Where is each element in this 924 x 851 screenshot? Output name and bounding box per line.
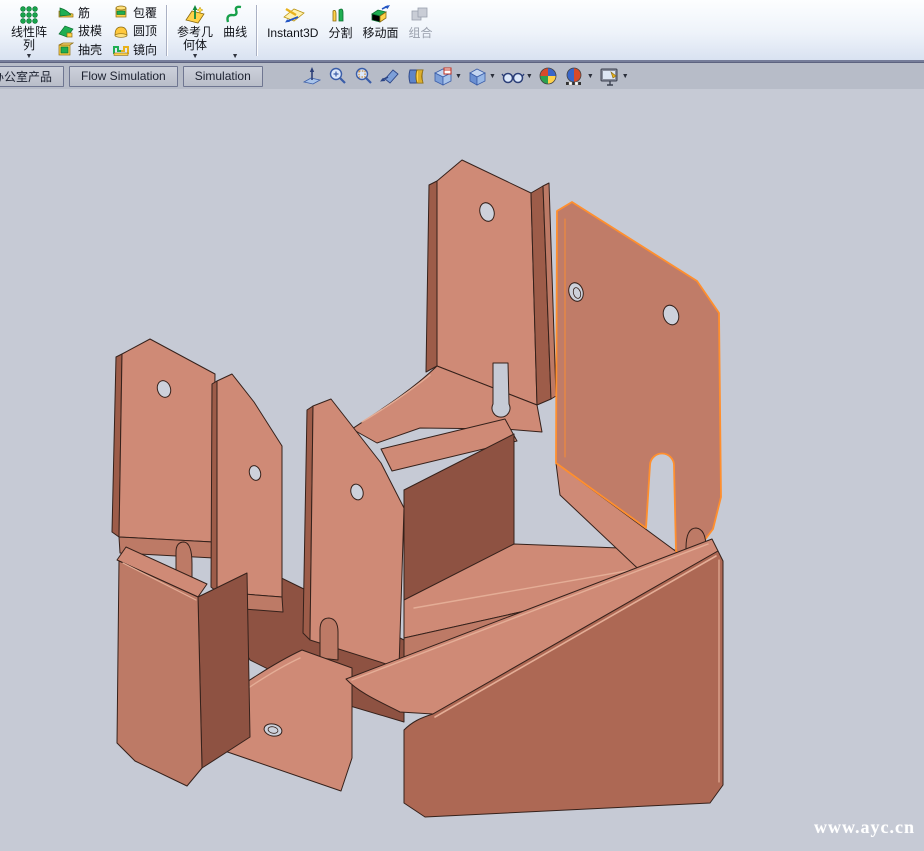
- instant3d-label: Instant3D: [267, 27, 318, 40]
- rib-button[interactable]: 筋: [54, 3, 105, 21]
- curves-dropdown[interactable]: ▼: [232, 53, 239, 60]
- left-flange-1: [119, 339, 215, 542]
- move-face-button[interactable]: 移动面: [357, 1, 403, 60]
- display-style-dropdown[interactable]: ▼: [489, 73, 496, 80]
- mirror-icon: [112, 41, 129, 57]
- split-icon: [330, 3, 350, 27]
- reference-geometry-label-2: 何体: [183, 39, 207, 52]
- reference-geometry-button[interactable]: 参考几 何体 ▼: [172, 1, 218, 60]
- wrap-label: 包覆: [133, 4, 157, 21]
- instant3d-icon: [280, 3, 306, 27]
- split-label: 分割: [328, 27, 352, 40]
- tab-flow-simulation-label: Flow Simulation: [81, 69, 166, 83]
- dome-icon: [112, 23, 129, 39]
- wrap-icon: [112, 4, 129, 20]
- view-settings-icon[interactable]: ▼: [598, 65, 630, 88]
- features-toolbar: 线性阵 列 ▼ 筋 拔模: [0, 0, 924, 62]
- keyhole-slot-upper: [492, 363, 510, 417]
- hide-show-items-dropdown[interactable]: ▼: [526, 73, 533, 80]
- tab-office-products-label: 办公室产品: [0, 68, 52, 85]
- tab-office-products[interactable]: 办公室产品: [0, 66, 64, 87]
- graphics-viewport[interactable]: www.ayc.cn: [0, 89, 924, 851]
- previous-view-icon[interactable]: [378, 65, 402, 88]
- apply-scene-dropdown[interactable]: ▼: [587, 73, 594, 80]
- feature-stack-2: 包覆 圆顶 镜向: [107, 1, 162, 60]
- move-face-label: 移动面: [362, 27, 398, 40]
- model-3d-view[interactable]: [0, 89, 924, 851]
- linear-pattern-dropdown[interactable]: ▼: [26, 53, 33, 60]
- reference-geometry-dropdown[interactable]: ▼: [192, 53, 199, 60]
- dome-label: 圆顶: [133, 22, 157, 39]
- mirror-label: 镜向: [133, 41, 157, 58]
- shell-button[interactable]: 抽壳: [54, 40, 105, 58]
- tab-simulation[interactable]: Simulation: [183, 66, 263, 87]
- shell-label: 抽壳: [78, 41, 102, 58]
- draft-button[interactable]: 拔模: [54, 22, 105, 40]
- split-button[interactable]: 分割: [323, 1, 357, 60]
- zoom-to-area-icon[interactable]: [352, 65, 375, 88]
- left-box-side: [198, 573, 250, 768]
- feature-stack-1: 筋 拔模 抽壳: [52, 1, 107, 60]
- wrap-button[interactable]: 包覆: [109, 3, 160, 21]
- move-face-icon: [368, 3, 392, 27]
- normal-to-icon[interactable]: [300, 65, 323, 88]
- view-orientation-dropdown[interactable]: ▼: [455, 73, 462, 80]
- watermark: www.ayc.cn: [814, 817, 915, 838]
- view-settings-dropdown[interactable]: ▼: [622, 73, 629, 80]
- floor-tab: [320, 618, 338, 660]
- left-flange-2-edge: [211, 381, 217, 592]
- back-plate-left-edge: [426, 181, 437, 372]
- shell-icon: [57, 41, 74, 57]
- combine-label: 组合: [408, 27, 432, 40]
- linear-pattern-label-2: 列: [23, 39, 35, 52]
- curves-button[interactable]: 曲线 ▼: [218, 1, 252, 60]
- instant3d-button[interactable]: Instant3D: [262, 1, 323, 60]
- curves-icon: [225, 3, 245, 26]
- draft-label: 拔模: [78, 22, 102, 39]
- view-orientation-icon[interactable]: ▼: [431, 65, 463, 88]
- back-plate: [437, 160, 537, 405]
- heads-up-view-toolbar: ▼ ▼ ▼: [300, 63, 630, 90]
- edit-appearance-icon[interactable]: [537, 65, 560, 88]
- linear-pattern-button[interactable]: 线性阵 列 ▼: [6, 1, 52, 60]
- toolbar-separator-2: [256, 5, 258, 56]
- draft-icon: [57, 23, 74, 39]
- apply-scene-icon[interactable]: ▼: [563, 65, 595, 88]
- left-box-front: [117, 561, 202, 786]
- combine-button[interactable]: 组合: [403, 1, 437, 60]
- mirror-button[interactable]: 镜向: [109, 40, 160, 58]
- section-view-icon[interactable]: [405, 65, 428, 88]
- combine-icon: [409, 3, 431, 27]
- rib-label: 筋: [78, 4, 90, 21]
- solidworks-window: 线性阵 列 ▼ 筋 拔模: [0, 0, 924, 851]
- left-flange-2: [217, 374, 282, 597]
- hide-show-items-icon[interactable]: ▼: [500, 65, 534, 88]
- rib-icon: [57, 4, 74, 20]
- tab-strip: 办公室产品 Flow Simulation Simulation: [0, 62, 924, 89]
- zoom-to-fit-icon[interactable]: [326, 65, 349, 88]
- dome-button[interactable]: 圆顶: [109, 22, 160, 40]
- display-style-icon[interactable]: ▼: [466, 65, 497, 88]
- tab-flow-simulation[interactable]: Flow Simulation: [69, 66, 178, 87]
- tab-simulation-label: Simulation: [195, 69, 251, 83]
- toolbar-separator-1: [166, 5, 168, 56]
- reference-geometry-icon: [184, 3, 206, 26]
- linear-pattern-icon: [19, 3, 39, 26]
